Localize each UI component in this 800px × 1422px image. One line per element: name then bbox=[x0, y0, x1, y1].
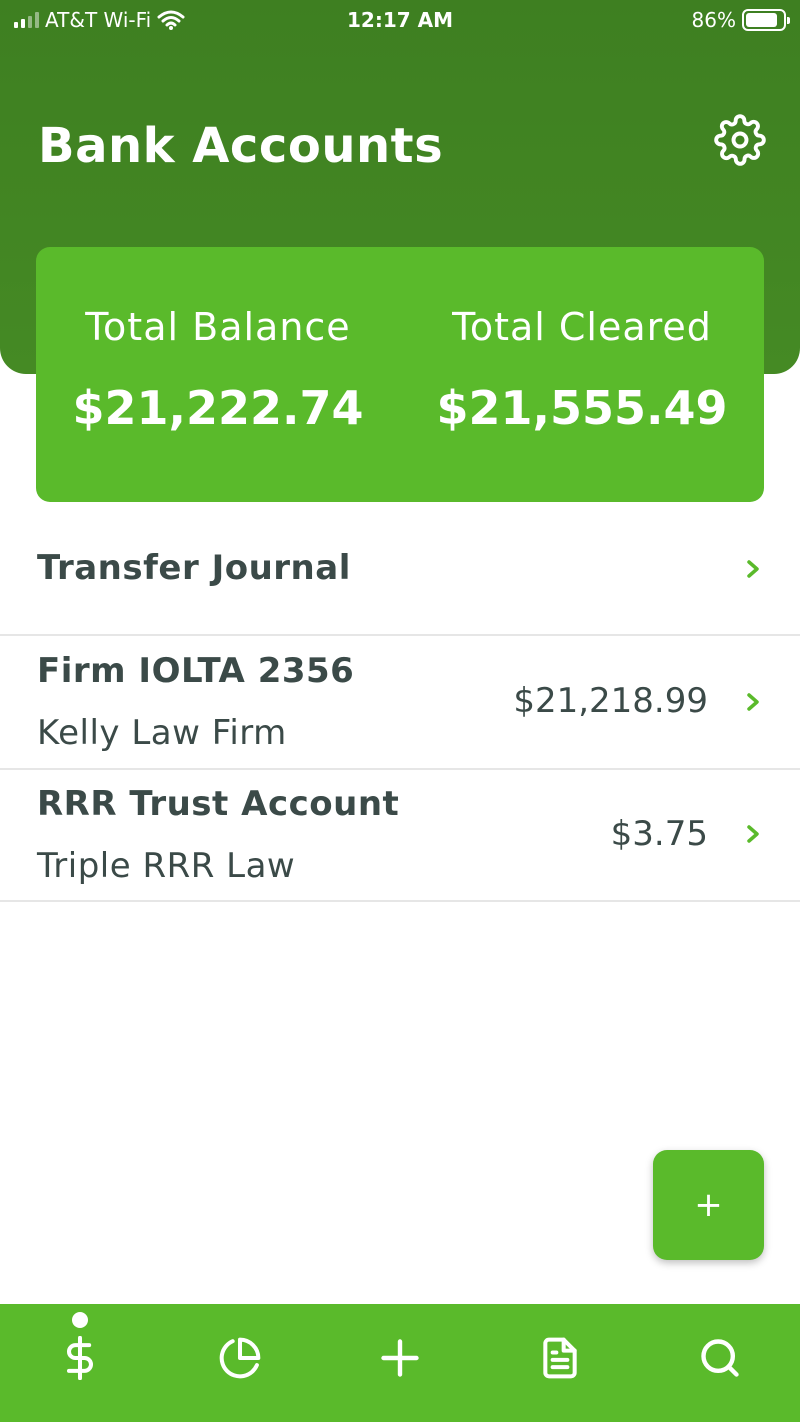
tab-accounts[interactable] bbox=[0, 1304, 160, 1422]
clock: 12:17 AM bbox=[346, 8, 453, 32]
account-balance: $21,218.99 bbox=[513, 681, 708, 721]
account-row[interactable]: Firm IOLTA 2356 Kelly Law Firm $21,218.9… bbox=[0, 636, 800, 770]
tab-reports[interactable] bbox=[160, 1304, 320, 1422]
plus-icon bbox=[381, 1339, 419, 1377]
tab-documents[interactable] bbox=[480, 1304, 640, 1422]
active-tab-indicator bbox=[72, 1312, 88, 1328]
tab-search[interactable] bbox=[640, 1304, 800, 1422]
battery-percent: 86% bbox=[691, 8, 736, 32]
battery-icon bbox=[742, 9, 790, 31]
total-balance-label: Total Balance bbox=[85, 305, 351, 349]
balance-summary-card: Total Balance $21,222.74 Total Cleared $… bbox=[36, 247, 764, 502]
account-row[interactable]: RRR Trust Account Triple RRR Law $3.75 bbox=[0, 770, 800, 902]
transfer-journal-label: Transfer Journal bbox=[37, 548, 351, 588]
account-name: Firm IOLTA 2356 bbox=[37, 651, 355, 691]
fab-plus-label: + bbox=[694, 1185, 723, 1225]
pie-chart-icon bbox=[219, 1337, 261, 1379]
tab-bar bbox=[0, 1304, 800, 1422]
tab-add[interactable] bbox=[320, 1304, 480, 1422]
chevron-right-icon bbox=[747, 560, 759, 578]
search-icon bbox=[701, 1339, 739, 1377]
account-balance: $3.75 bbox=[610, 814, 708, 854]
page-title: Bank Accounts bbox=[38, 118, 444, 174]
total-balance-value: $21,222.74 bbox=[72, 381, 364, 435]
total-cleared-label: Total Cleared bbox=[452, 305, 712, 349]
add-account-button[interactable]: + bbox=[653, 1150, 764, 1260]
dollar-icon bbox=[66, 1336, 93, 1380]
account-firm: Triple RRR Law bbox=[37, 846, 296, 886]
chevron-right-icon bbox=[747, 693, 759, 711]
transfer-journal-row[interactable]: Transfer Journal bbox=[0, 502, 800, 636]
status-bar: AT&T Wi-Fi 12:17 AM 86% bbox=[0, 0, 800, 40]
account-firm: Kelly Law Firm bbox=[37, 713, 287, 753]
chevron-right-icon bbox=[747, 825, 759, 843]
document-icon bbox=[543, 1337, 577, 1379]
account-name: RRR Trust Account bbox=[37, 784, 400, 824]
total-cleared-value: $21,555.49 bbox=[436, 381, 728, 435]
gear-icon[interactable] bbox=[714, 114, 766, 166]
